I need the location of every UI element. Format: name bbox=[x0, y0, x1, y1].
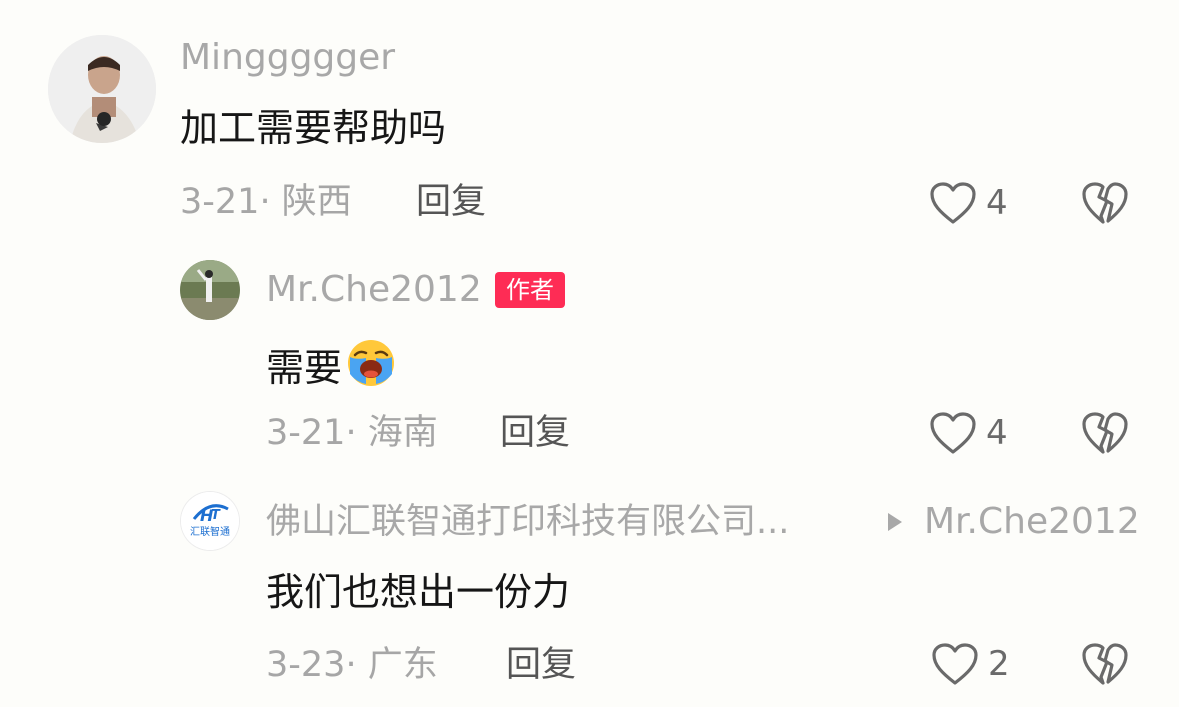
comment-3: H T 汇联智通 佛山汇联智通打印科技有限公司... Mr.Che2012 我们… bbox=[0, 0, 1179, 707]
comment-location: 广东 bbox=[367, 645, 438, 685]
avatar[interactable]: H T 汇联智通 bbox=[180, 491, 240, 551]
username[interactable]: 佛山汇联智通打印科技有限公司... bbox=[266, 502, 789, 542]
like-button[interactable]: 2 bbox=[930, 641, 1010, 687]
comment-meta: 3-23· 广东 bbox=[266, 645, 438, 685]
heart-outline-icon bbox=[932, 643, 978, 685]
reply-to-username: Mr.Che2012 bbox=[924, 501, 1140, 542]
dislike-button[interactable] bbox=[1080, 641, 1130, 691]
svg-text:T: T bbox=[211, 508, 221, 523]
reply-to[interactable]: Mr.Che2012 bbox=[888, 502, 1140, 542]
play-arrow-icon bbox=[888, 513, 902, 531]
broken-heart-icon bbox=[1082, 643, 1128, 685]
comment-date: 3-23 bbox=[266, 645, 346, 685]
reply-button[interactable]: 回复 bbox=[506, 645, 576, 685]
meta-separator: · bbox=[345, 645, 368, 685]
logo-text: 汇联智通 bbox=[190, 525, 230, 538]
comment-text: 我们也想出一份力 bbox=[266, 570, 571, 614]
company-logo-icon: H T 汇联智通 bbox=[181, 492, 239, 550]
like-count: 2 bbox=[988, 644, 1010, 684]
